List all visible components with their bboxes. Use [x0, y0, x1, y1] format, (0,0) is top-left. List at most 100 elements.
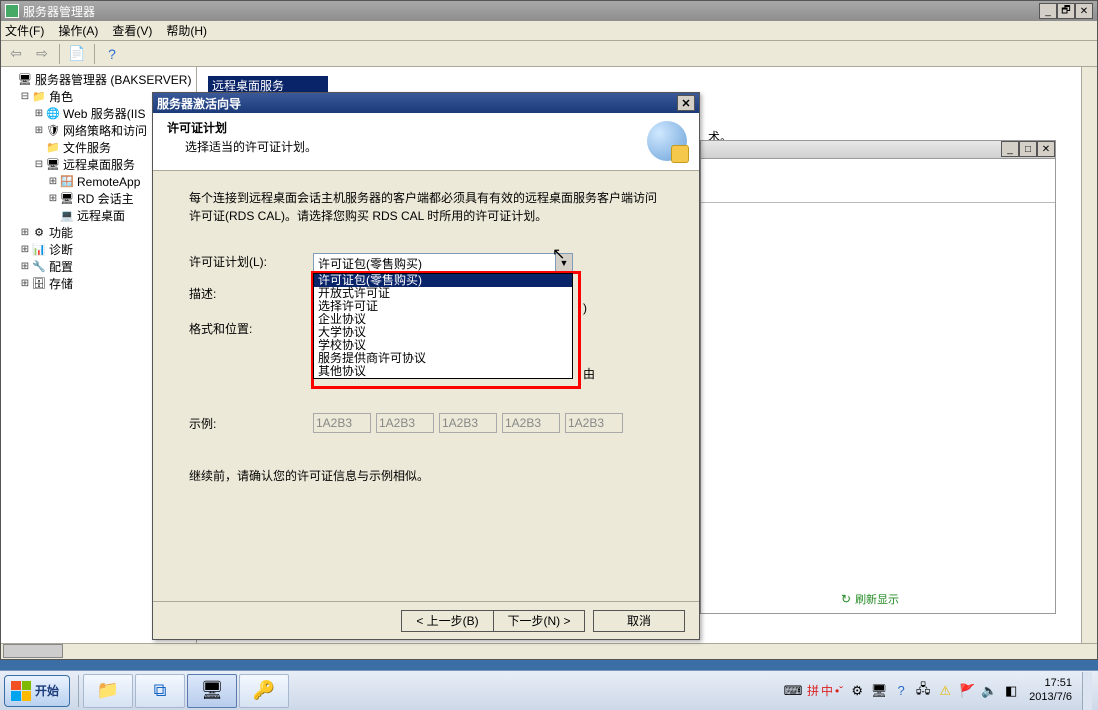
- taskbar-item-server-manager[interactable]: 🖥: [187, 674, 237, 708]
- tree-config[interactable]: 配置: [49, 258, 73, 275]
- tree-nps[interactable]: 网络策略和访问: [63, 122, 147, 139]
- tree-rd-desktop[interactable]: 远程桌面: [77, 207, 125, 224]
- license-plan-dropdown[interactable]: 许可证包(零售购买) 开放式许可证 选择许可证 企业协议 大学协议 学校协议 服…: [313, 273, 573, 379]
- tray-sound-icon[interactable]: 🔈: [981, 683, 997, 699]
- toolbar-separator: [94, 44, 95, 64]
- license-plan-combobox[interactable]: 许可证包(零售购买) ▼: [313, 253, 573, 273]
- taskbar: 开始 📁 ⧉ 🖥 🔑 ⌨ 拼 中 •ˇ ⚙ 🖥 ? 🖧 ⚠ 🚩 🔈 ◧ 17:5…: [0, 670, 1098, 710]
- app-title: 服务器管理器: [23, 3, 95, 20]
- next-button[interactable]: 下一步(N) >: [493, 610, 585, 632]
- wizard-icon: [647, 121, 687, 161]
- nav-forward-button[interactable]: ⇨: [31, 43, 53, 65]
- tree-file[interactable]: 文件服务: [63, 139, 111, 156]
- ime-mode: 中: [821, 682, 833, 699]
- embed-minimize-button[interactable]: _: [1001, 141, 1019, 157]
- tree-rds[interactable]: 远程桌面服务: [63, 156, 135, 173]
- expand-icon[interactable]: ⊞: [19, 244, 31, 255]
- taskbar-clock[interactable]: 17:51 2013/7/6: [1025, 677, 1076, 703]
- help-button[interactable]: ?: [101, 43, 123, 65]
- config-icon: 🔧: [31, 260, 47, 274]
- expand-icon[interactable]: ⊞: [19, 227, 31, 238]
- dropdown-option[interactable]: 其他协议: [314, 365, 572, 378]
- tray-help-icon[interactable]: ?: [893, 683, 909, 699]
- expand-icon[interactable]: ⊞: [47, 176, 59, 187]
- tree-iis[interactable]: Web 服务器(IIS: [63, 105, 145, 122]
- tree-storage[interactable]: 存储: [49, 275, 73, 292]
- tray-app-icon[interactable]: ◧: [1003, 683, 1019, 699]
- format-location-label: 格式和位置:: [189, 320, 313, 337]
- system-tray: ⌨ 拼 中 •ˇ ⚙ 🖥 ? 🖧 ⚠ 🚩 🔈 ◧ 17:51 2013/7/6: [785, 672, 1098, 710]
- dropdown-arrow-icon[interactable]: ▼: [555, 254, 572, 272]
- horizontal-scrollbar[interactable]: [1, 643, 1097, 659]
- ime-punct-icon: •ˇ: [835, 684, 843, 698]
- refresh-button[interactable]: 📄: [66, 43, 88, 65]
- tray-keyboard-icon[interactable]: ⌨: [785, 683, 801, 699]
- tree-root[interactable]: 服务器管理器 (BAKSERVER): [35, 71, 191, 88]
- taskbar-item-explorer[interactable]: 📁: [83, 674, 133, 708]
- dropdown-option[interactable]: 大学协议: [314, 326, 572, 339]
- tray-security-icon[interactable]: ⚠: [937, 683, 953, 699]
- embed-maximize-button[interactable]: □: [1019, 141, 1037, 157]
- rd-desktop-icon: 💻: [59, 209, 75, 223]
- menu-help[interactable]: 帮助(H): [166, 22, 207, 39]
- menu-file[interactable]: 文件(F): [5, 22, 44, 39]
- previous-button[interactable]: < 上一步(B): [401, 610, 493, 632]
- app-titlebar: 服务器管理器 _ 🗗 ✕: [1, 1, 1097, 21]
- description-label: 描述:: [189, 285, 313, 302]
- restore-button[interactable]: 🗗: [1057, 3, 1075, 19]
- refresh-icon: ↻: [841, 592, 851, 606]
- dropdown-option[interactable]: 开放式许可证: [314, 287, 572, 300]
- expand-icon[interactable]: ⊞: [33, 125, 45, 136]
- rds-icon: 🖥: [45, 158, 61, 172]
- expand-icon[interactable]: ⊞: [33, 108, 45, 119]
- taskbar-item-licensing[interactable]: 🔑: [239, 674, 289, 708]
- collapse-icon[interactable]: ⊟: [19, 91, 31, 102]
- dropdown-option[interactable]: 服务提供商许可协议: [314, 352, 572, 365]
- dropdown-option[interactable]: 企业协议: [314, 313, 572, 326]
- expand-icon[interactable]: ⊞: [19, 278, 31, 289]
- minimize-button[interactable]: _: [1039, 3, 1057, 19]
- tray-network-icon[interactable]: 🖧: [915, 683, 931, 699]
- example-input-3: [439, 413, 497, 433]
- dialog-close-button[interactable]: ✕: [677, 95, 695, 111]
- dropdown-option[interactable]: 学校协议: [314, 339, 572, 352]
- close-button[interactable]: ✕: [1075, 3, 1093, 19]
- app-icon: [5, 4, 19, 18]
- collapse-icon[interactable]: ⊟: [33, 159, 45, 170]
- embed-footer: ↻ 刷新显示: [841, 591, 899, 607]
- start-button[interactable]: 开始: [4, 675, 70, 707]
- menu-action[interactable]: 操作(A): [58, 22, 98, 39]
- dialog-header: 许可证计划 选择适当的许可证计划。: [153, 113, 699, 171]
- nps-icon: 🛡: [45, 124, 61, 138]
- features-icon: ⚙: [31, 226, 47, 240]
- tree-features[interactable]: 功能: [49, 224, 73, 241]
- show-desktop-button[interactable]: [1082, 672, 1092, 710]
- expand-icon[interactable]: ⊞: [19, 261, 31, 272]
- dialog-footer: < 上一步(B) 下一步(N) > 取消: [153, 601, 699, 639]
- nav-back-button[interactable]: ⇦: [5, 43, 27, 65]
- scroll-thumb[interactable]: [3, 644, 63, 658]
- ime-indicator[interactable]: 拼 中 •ˇ: [807, 682, 843, 699]
- tray-flag-icon[interactable]: 🚩: [959, 683, 975, 699]
- combo-selected-value: 许可证包(零售购买): [318, 255, 422, 272]
- toolbar-separator: [59, 44, 60, 64]
- embed-footer-link[interactable]: 刷新显示: [855, 591, 899, 607]
- dialog-header-title: 许可证计划: [167, 119, 685, 136]
- menu-view[interactable]: 查看(V): [112, 22, 152, 39]
- ime-icon: 拼: [807, 682, 819, 699]
- tree-diag[interactable]: 诊断: [49, 241, 73, 258]
- dropdown-option[interactable]: 选择许可证: [314, 300, 572, 313]
- embedded-panel: _ □ ✕ ↻ 刷新显示: [700, 140, 1056, 614]
- dropdown-option[interactable]: 许可证包(零售购买): [314, 274, 572, 287]
- tree-remoteapp[interactable]: RemoteApp: [77, 175, 140, 189]
- vertical-scrollbar[interactable]: [1081, 67, 1097, 643]
- tree-rd-session[interactable]: RD 会话主: [77, 190, 134, 207]
- taskbar-item-powershell[interactable]: ⧉: [135, 674, 185, 708]
- tree-roles[interactable]: 角色: [49, 88, 73, 105]
- tray-monitor-icon[interactable]: 🖥: [871, 683, 887, 699]
- cancel-button[interactable]: 取消: [593, 610, 685, 632]
- expand-icon[interactable]: ⊞: [47, 193, 59, 204]
- embed-close-button[interactable]: ✕: [1037, 141, 1055, 157]
- example-input-5: [565, 413, 623, 433]
- tray-settings-icon[interactable]: ⚙: [849, 683, 865, 699]
